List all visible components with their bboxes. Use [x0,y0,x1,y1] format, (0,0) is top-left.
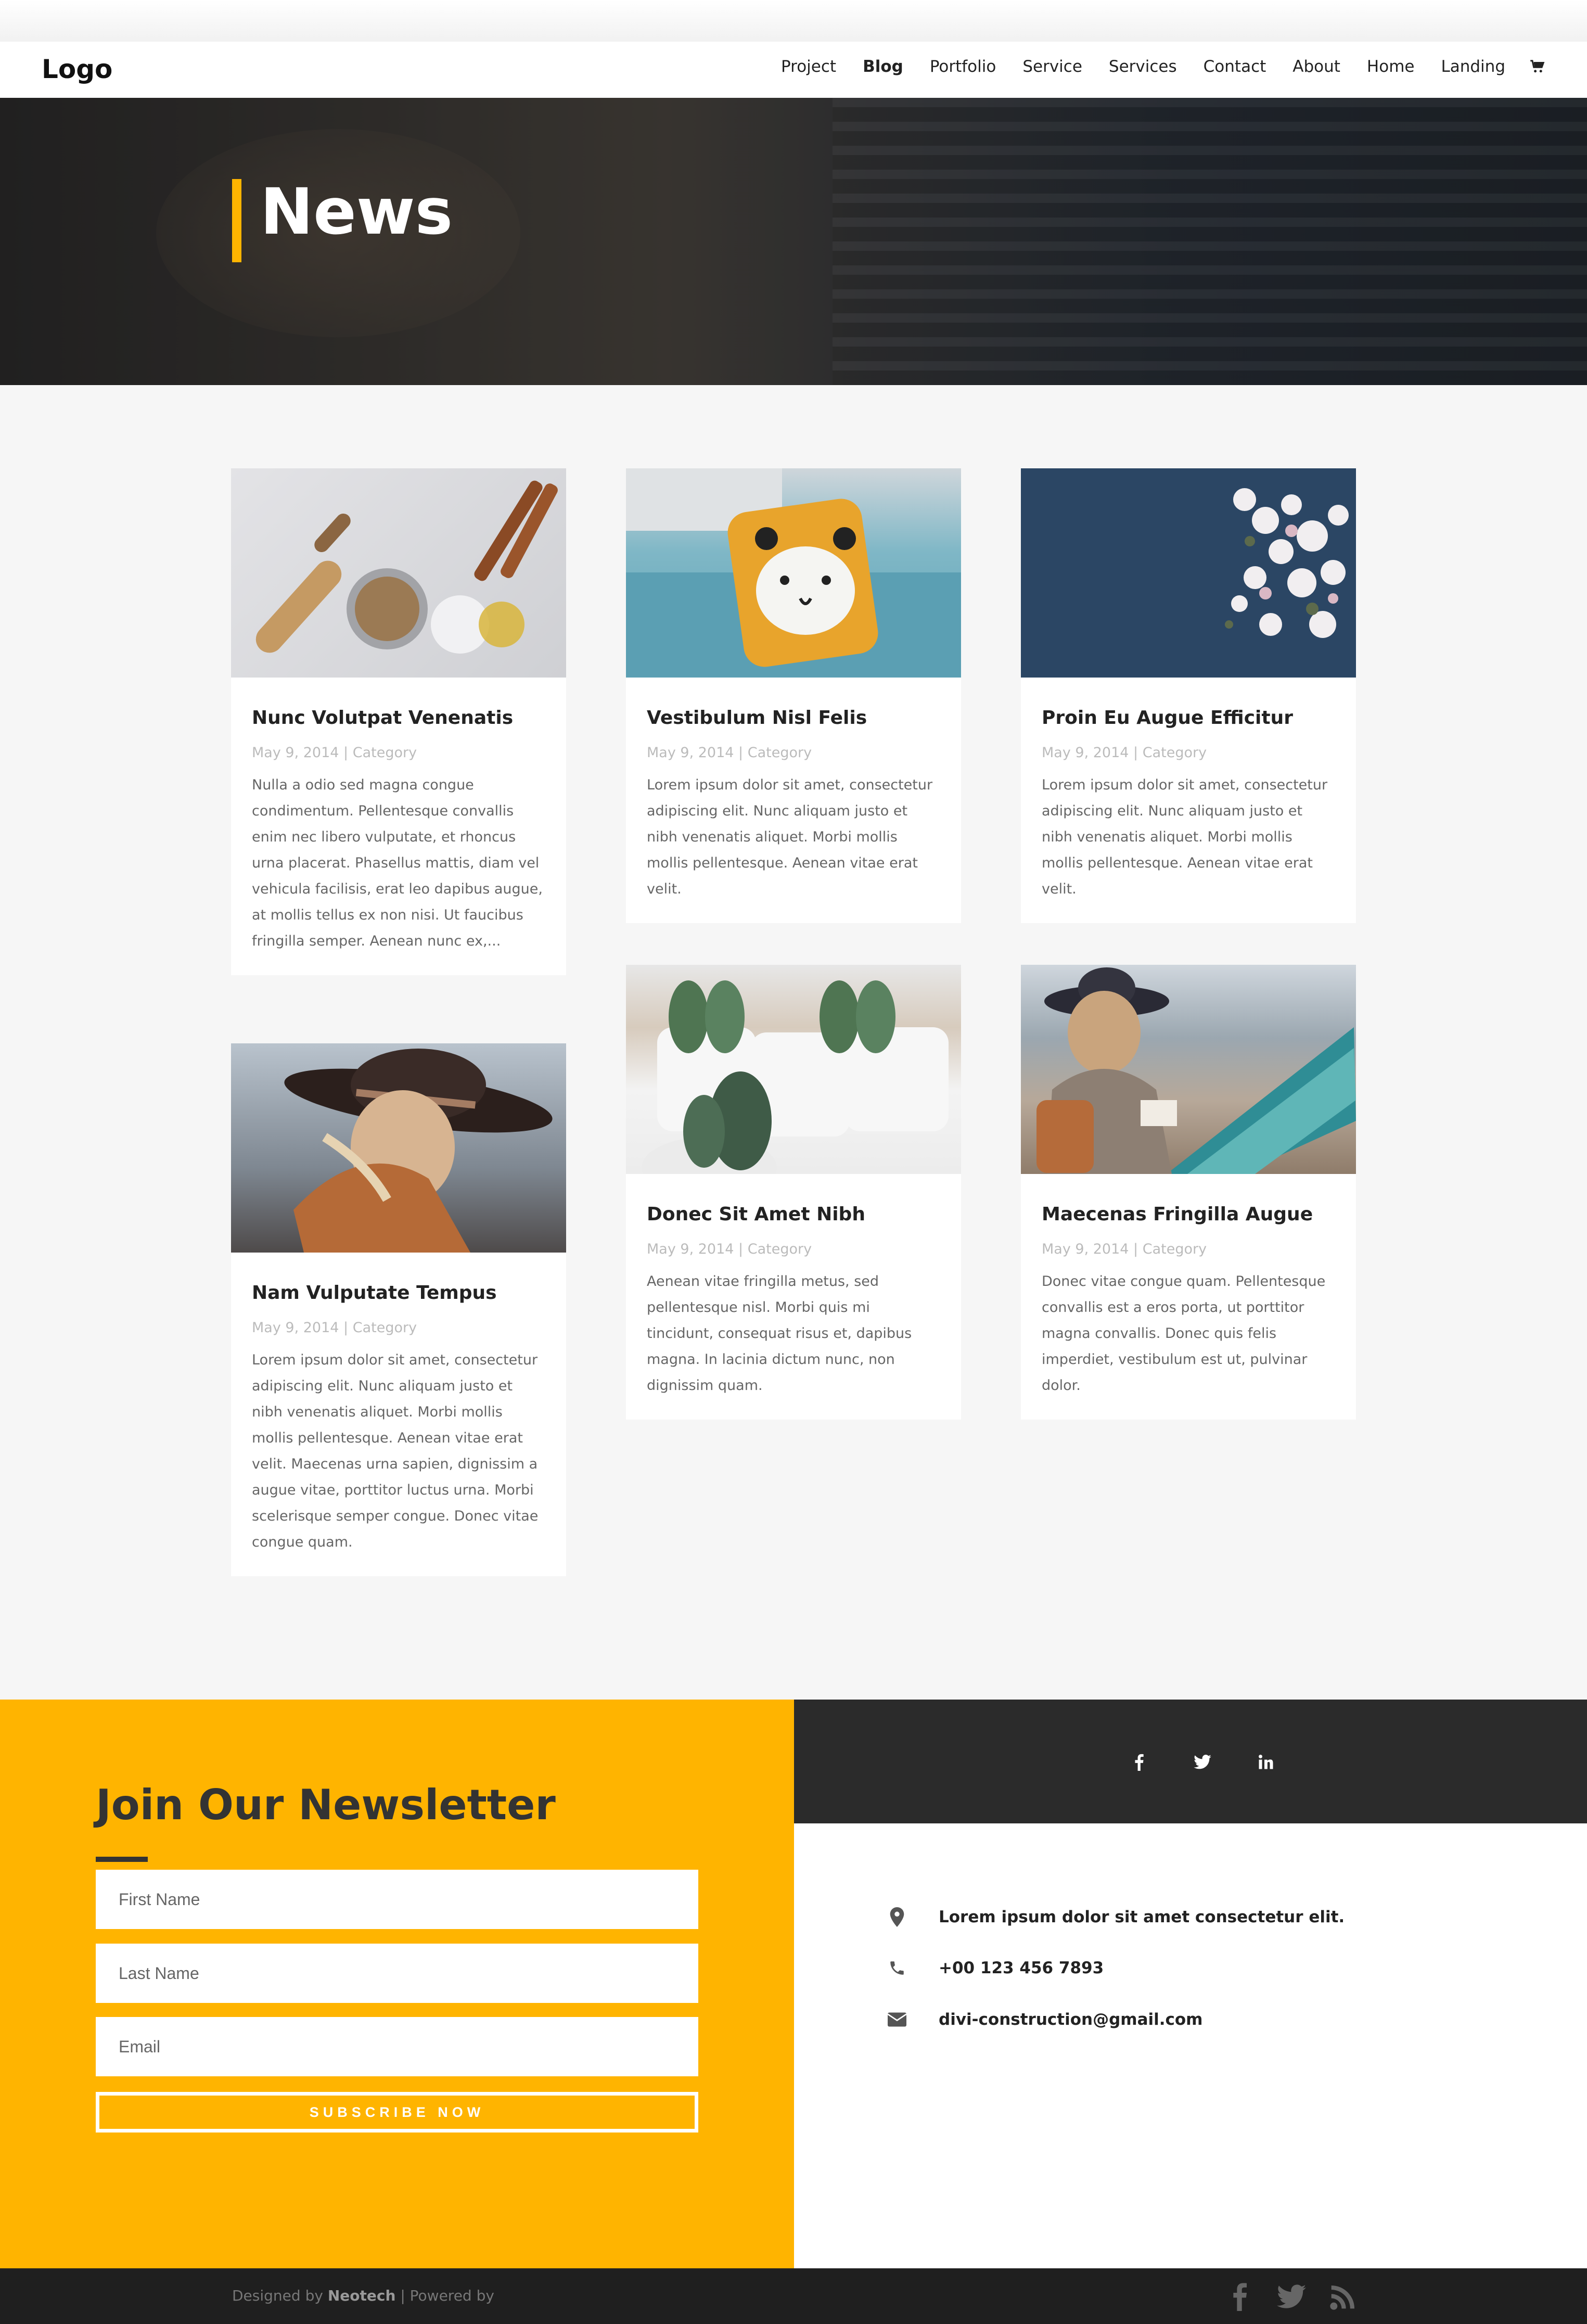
post-title[interactable]: Nunc Volutpat Venenatis [252,707,545,729]
nav-portfolio[interactable]: Portfolio [930,57,996,76]
site-footer: Designed by Neotech | Powered by [0,2268,1587,2324]
facebook-icon[interactable] [1225,2282,1254,2311]
footer-brand-link[interactable]: Neotech [328,2287,396,2304]
nav-blog[interactable]: Blog [863,57,903,76]
blog-card: Nunc Volutpat Venenatis May 9, 2014 | Ca… [231,468,566,976]
blog-card: Maecenas Fringilla Augue May 9, 2014 | C… [1021,965,1356,1420]
post-excerpt: Lorem ipsum dolor sit amet, consectetur … [252,1352,539,1551]
top-strip [0,0,1587,42]
post-image-baking[interactable] [231,468,566,678]
nav-project[interactable]: Project [781,57,836,76]
post-title[interactable]: Proin Eu Augue Efficitur [1042,707,1335,729]
post-meta: May 9, 2014 | Category [1042,1241,1207,1258]
envelope-icon [887,2009,907,2030]
blog-card: Nam Vulputate Tempus May 9, 2014 | Categ… [231,1043,566,1577]
post-meta: May 9, 2014 | Category [647,745,812,761]
post-meta: May 9, 2014 | Category [1042,745,1207,761]
nav-service[interactable]: Service [1022,57,1082,76]
email-field[interactable] [96,2017,698,2076]
rss-icon[interactable] [1329,2282,1358,2311]
post-image-woman-hat[interactable] [231,1043,566,1253]
post-excerpt: Aenean vitae fringilla metus, sed pellen… [647,1273,912,1394]
nav-landing[interactable]: Landing [1441,57,1505,76]
twitter-icon[interactable] [1277,2282,1306,2311]
blog-card: Vestibulum Nisl Felis May 9, 2014 | Cate… [626,468,961,924]
contact-phone: +00 123 456 7893 [887,1958,1104,1978]
hero-banner: News [0,98,1587,385]
contact-email: divi-construction@gmail.com [887,2009,1203,2030]
post-meta: May 9, 2014 | Category [647,1241,812,1258]
blog-card: Proin Eu Augue Efficitur May 9, 2014 | C… [1021,468,1356,924]
hero-accent-bar [232,179,241,262]
map-pin-icon [887,1907,907,1927]
post-excerpt: Donec vitae congue quam. Pellentesque co… [1042,1273,1326,1394]
post-meta: May 9, 2014 | Category [252,745,417,761]
newsletter-underline [96,1857,148,1862]
post-title[interactable]: Vestibulum Nisl Felis [647,707,940,729]
post-excerpt: Lorem ipsum dolor sit amet, consectetur … [1042,777,1328,898]
last-name-field[interactable] [96,1944,698,2003]
post-title[interactable]: Donec Sit Amet Nibh [647,1203,940,1225]
site-logo[interactable]: Logo [42,54,112,84]
footer-credit: Designed by Neotech | Powered by [232,2287,494,2304]
nav-contact[interactable]: Contact [1204,57,1266,76]
social-bar [794,1700,1587,1823]
newsletter-title: Join Our Newsletter [96,1781,556,1829]
post-image-reading-boat[interactable] [1021,965,1356,1174]
main-nav: Project Blog Portfolio Service Services … [754,57,1545,76]
post-image-cactus[interactable] [626,965,961,1174]
email-text[interactable]: divi-construction@gmail.com [939,2010,1203,2029]
post-image-pillow[interactable] [626,468,961,678]
twitter-icon[interactable] [1187,1746,1218,1778]
address-text: Lorem ipsum dolor sit amet consectetur e… [939,1908,1345,1926]
contact-info: Lorem ipsum dolor sit amet consectetur e… [794,1823,1587,2268]
phone-icon [887,1958,907,1978]
blog-card: Donec Sit Amet Nibh May 9, 2014 | Catego… [626,965,961,1420]
first-name-field[interactable] [96,1870,698,1929]
post-excerpt: Lorem ipsum dolor sit amet, consectetur … [647,777,933,898]
facebook-icon[interactable] [1123,1746,1155,1778]
nav-about[interactable]: About [1292,57,1340,76]
post-image-flowers[interactable] [1021,468,1356,678]
subscribe-button[interactable]: SUBSCRIBE NOW [96,2092,698,2133]
phone-text[interactable]: +00 123 456 7893 [939,1959,1104,1977]
linkedin-icon[interactable] [1250,1746,1282,1778]
site-header: Logo Project Blog Portfolio Service Serv… [0,42,1587,98]
post-title[interactable]: Nam Vulputate Tempus [252,1282,545,1304]
post-excerpt: Nulla a odio sed magna congue condimentu… [252,777,543,950]
cart-icon[interactable] [1530,59,1545,74]
page-title: News [260,175,453,249]
nav-home[interactable]: Home [1367,57,1415,76]
newsletter-section: Join Our Newsletter SUBSCRIBE NOW [0,1700,794,2268]
nav-services[interactable]: Services [1109,57,1177,76]
post-meta: May 9, 2014 | Category [252,1320,417,1336]
post-title[interactable]: Maecenas Fringilla Augue [1042,1203,1335,1225]
contact-address: Lorem ipsum dolor sit amet consectetur e… [887,1907,1345,1927]
